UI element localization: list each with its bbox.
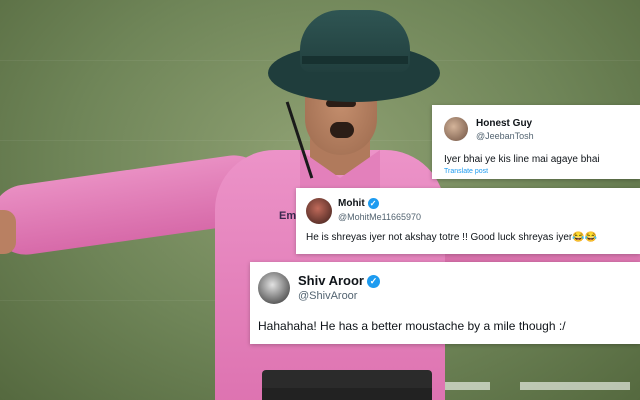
umpire-hat-band (302, 56, 408, 64)
tweet-author-handle[interactable]: @MohitMe11665970 (338, 212, 421, 222)
avatar[interactable] (444, 117, 468, 141)
tweet-card-honest-guy[interactable]: Honest Guy @JeebanTosh Iyer bhai ye kis … (432, 105, 640, 179)
umpire-left-hand (0, 210, 16, 254)
tweet-author-handle[interactable]: @JeebanTosh (476, 131, 534, 141)
umpire-trousers (262, 388, 432, 400)
tweet-author-name[interactable]: Mohit (338, 198, 365, 209)
tweet-author-name[interactable]: Shiv Aroor (298, 273, 364, 288)
tweet-text: Hahahaha! He has a better moustache by a… (258, 319, 566, 333)
avatar[interactable] (258, 272, 290, 304)
tweet-author-name[interactable]: Honest Guy (476, 118, 532, 129)
verified-badge-icon: ✓ (366, 275, 380, 289)
tweet-author-name-row[interactable]: Shiv Aroor ✓ (298, 273, 380, 289)
tweet-text: Iyer bhai ye kis line mai agaye bhai (444, 154, 600, 165)
tweet-author-handle[interactable]: @ShivAroor (298, 290, 357, 302)
verified-badge-icon: ✓ (367, 198, 379, 209)
tweet-text: He is shreyas iyer not akshay totre !! G… (306, 232, 598, 243)
tweet-author-name-row[interactable]: Mohit ✓ (338, 198, 379, 209)
field-marking (520, 382, 630, 390)
tweet-card-shiv-aroor[interactable]: Shiv Aroor ✓ @ShivAroor Hahahaha! He has … (250, 262, 640, 344)
translate-post-link[interactable]: Translate post (444, 168, 488, 175)
tweet-card-mohit[interactable]: Mohit ✓ @MohitMe11665970 He is shreyas iy… (296, 188, 640, 254)
umpire-goatee (330, 122, 354, 138)
avatar[interactable] (306, 198, 332, 224)
